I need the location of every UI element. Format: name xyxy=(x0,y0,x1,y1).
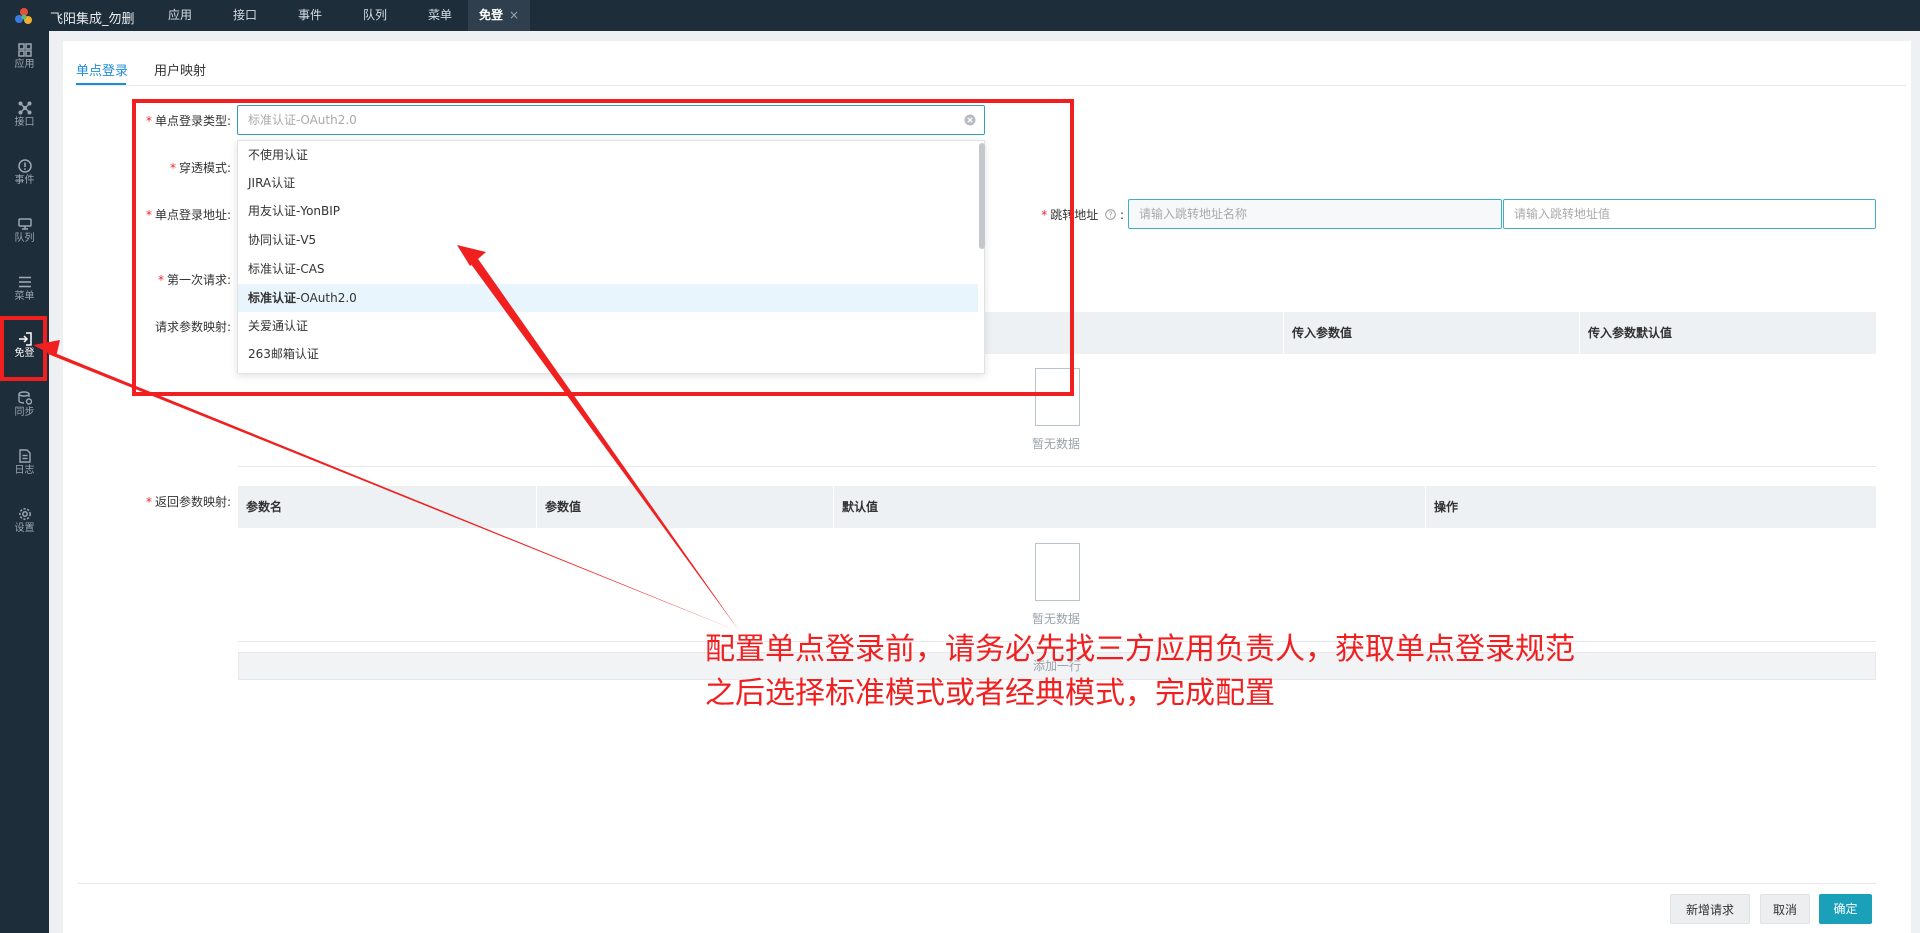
empty-data-image xyxy=(1035,543,1080,601)
annotation-line-1: 配置单点登录前，请务必先找三方应用负责人，获取单点登录规范 xyxy=(705,632,1575,667)
dropdown-option[interactable]: 关爱通认证 xyxy=(238,312,978,340)
alert-icon xyxy=(17,159,32,173)
sync-icon xyxy=(17,391,32,405)
add-request-button[interactable]: 新增请求 xyxy=(1670,894,1750,924)
return-mapping-label: * 返回参数映射: xyxy=(145,495,231,509)
sidebar-item-label: 事件 xyxy=(14,175,35,186)
column-header: 参数值 xyxy=(536,486,833,528)
dropdown-option[interactable]: JIRA认证 xyxy=(238,169,978,197)
cancel-button[interactable]: 取消 xyxy=(1760,894,1810,924)
dropdown-option[interactable]: 标准认证-CAS xyxy=(238,255,978,283)
log-icon xyxy=(18,449,31,463)
confirm-button[interactable]: 确定 xyxy=(1819,894,1872,924)
return-empty-text: 暂无数据 xyxy=(1032,612,1081,626)
svg-text:?: ? xyxy=(1109,210,1113,219)
app-logo-icon xyxy=(15,8,32,24)
sidebar-item-label: 队列 xyxy=(14,233,35,244)
sidebar-item-menu[interactable]: 菜单 xyxy=(0,265,49,317)
topnav-menu[interactable]: 菜单 xyxy=(415,0,465,31)
column-header: 传入参数默认值 xyxy=(1579,312,1876,354)
sso-type-value: 标准认证-OAuth2.0 xyxy=(248,113,357,127)
return-mapping-table-header: 参数名 参数值 默认值 操作 xyxy=(238,486,1876,528)
sso-type-select[interactable]: 标准认证-OAuth2.0 xyxy=(237,105,985,135)
topnav-interfaces[interactable]: 接口 xyxy=(220,0,270,31)
column-header: 参数名 xyxy=(246,500,283,514)
penetrate-mode-label: * 穿透模式: xyxy=(169,161,231,175)
redirect-name-input[interactable]: 请输入跳转地址名称 xyxy=(1128,199,1502,229)
gear-icon xyxy=(18,508,31,520)
tab-sso[interactable]: 单点登录 xyxy=(76,60,128,79)
sidebar-item-label: 同步 xyxy=(14,407,35,418)
sidebar-item-events[interactable]: 事件 xyxy=(0,149,49,201)
app-title: 飞阳集成_勿删 xyxy=(50,12,135,27)
footer-divider xyxy=(78,883,1876,884)
dropdown-scrollbar[interactable] xyxy=(979,143,985,249)
topnav-label: 接口 xyxy=(232,8,257,22)
grid-icon xyxy=(17,43,32,57)
sidebar-item-label: 菜单 xyxy=(14,291,35,302)
topnav-apps[interactable]: 应用 xyxy=(155,0,205,31)
request-mapping-label: 请求参数映射: xyxy=(154,320,231,334)
sidebar-item-settings[interactable]: 设置 xyxy=(0,497,49,549)
topnav-events[interactable]: 事件 xyxy=(285,0,335,31)
request-mapping-table-header: 传入参数值 传入参数默认值 xyxy=(985,312,1876,354)
left-sidebar: 应用 接口 事件 队列 菜单 免登 同步 日志 设置 xyxy=(0,31,49,933)
topnav-queue[interactable]: 队列 xyxy=(350,0,400,31)
topnav-label: 应用 xyxy=(167,8,192,22)
topnav-sso[interactable]: 免登 × xyxy=(468,0,530,31)
column-header: 默认值 xyxy=(833,486,1425,528)
dropdown-option[interactable]: 263邮箱认证 xyxy=(238,340,978,368)
column-header: 传入参数值 xyxy=(1283,312,1579,354)
sso-type-label: * 单点登录类型: xyxy=(145,114,231,128)
sidebar-item-label: 设置 xyxy=(14,523,35,534)
sidebar-item-sso[interactable]: 免登 xyxy=(0,322,49,374)
column-header: 操作 xyxy=(1425,486,1876,528)
dropdown-option[interactable]: 用友认证-YonBIP xyxy=(238,197,978,225)
dropdown-option[interactable]: 协同认证-V5 xyxy=(238,226,978,254)
redirect-name-placeholder: 请输入跳转地址名称 xyxy=(1139,207,1248,221)
help-icon[interactable]: ? xyxy=(1105,209,1116,220)
sidebar-item-label: 接口 xyxy=(14,117,35,128)
table-divider xyxy=(238,466,1876,467)
option-label-rest: -OAuth2.0 xyxy=(296,291,357,305)
empty-data-image xyxy=(1035,368,1080,426)
redirect-value-input[interactable]: 请输入跳转地址值 xyxy=(1503,199,1876,229)
topnav-label: 免登 xyxy=(478,8,503,22)
menu-icon xyxy=(18,276,31,288)
sidebar-item-label: 日志 xyxy=(14,465,35,476)
sso-type-dropdown: 不使用认证 JIRA认证 用友认证-YonBIP 协同认证-V5 标准认证-CA… xyxy=(237,140,985,374)
sso-url-label: * 单点登录地址: xyxy=(145,208,231,222)
request-empty-text: 暂无数据 xyxy=(1032,437,1081,451)
close-tab-icon[interactable]: × xyxy=(509,8,519,22)
sidebar-item-apps[interactable]: 应用 xyxy=(0,33,49,85)
network-icon xyxy=(18,101,31,115)
sidebar-item-label: 免登 xyxy=(14,348,35,359)
sidebar-item-queue[interactable]: 队列 xyxy=(0,207,49,259)
queue-icon xyxy=(17,218,32,230)
first-request-label: * 第一次请求: xyxy=(157,273,231,287)
login-icon xyxy=(18,332,32,346)
annotation-line-2: 之后选择标准模式或者经典模式，完成配置 xyxy=(705,676,1275,711)
sidebar-item-sync[interactable]: 同步 xyxy=(0,381,49,433)
redirect-url-label: * 跳转地址 ? : xyxy=(1041,208,1124,222)
annotation-text: 配置单点登录前，请务必先找三方应用负责人，获取单点登录规范 之后选择标准模式或者… xyxy=(705,628,1575,716)
topnav-label: 菜单 xyxy=(427,8,452,22)
option-label-bold: 标准认证 xyxy=(248,291,297,305)
sidebar-item-interfaces[interactable]: 接口 xyxy=(0,91,49,143)
redirect-value-placeholder: 请输入跳转地址值 xyxy=(1514,207,1611,221)
sidebar-item-label: 应用 xyxy=(14,59,35,70)
clear-icon[interactable] xyxy=(964,114,976,126)
sidebar-item-log[interactable]: 日志 xyxy=(0,439,49,491)
tab-divider xyxy=(76,85,1906,86)
topnav-label: 队列 xyxy=(362,8,387,22)
tab-user-mapping[interactable]: 用户映射 xyxy=(154,60,206,79)
dropdown-option[interactable]: 不使用认证 xyxy=(238,141,978,169)
topnav-label: 事件 xyxy=(297,8,322,22)
dropdown-option-selected[interactable]: 标准认证-OAuth2.0 xyxy=(238,284,978,312)
top-bar: 飞阳集成_勿删 应用 接口 事件 队列 菜单 免登 × xyxy=(0,0,1920,31)
